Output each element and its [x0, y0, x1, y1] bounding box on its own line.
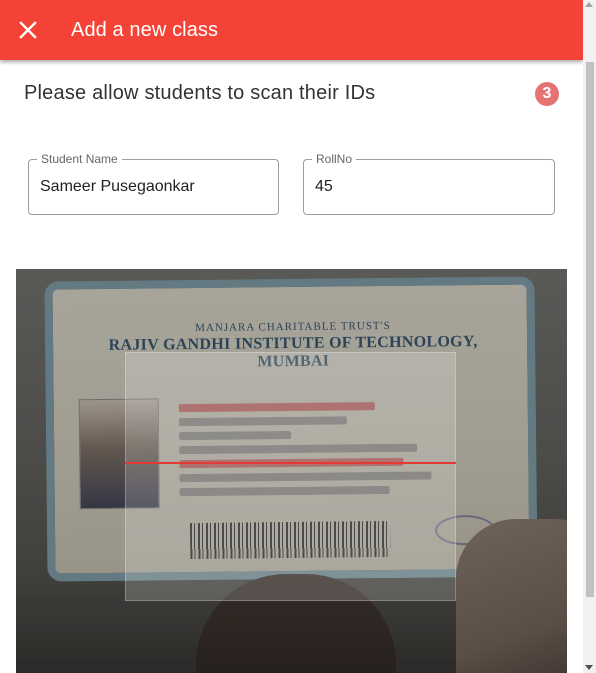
close-icon — [19, 21, 37, 39]
vertical-scrollbar[interactable] — [583, 0, 596, 673]
instructions-text: Please allow students to scan their IDs — [24, 82, 376, 104]
scan-region — [125, 352, 456, 601]
scroll-thumb[interactable] — [586, 62, 594, 597]
roll-no-field[interactable]: RollNo — [303, 152, 555, 215]
step-badge: 3 — [535, 82, 559, 106]
scan-line — [125, 462, 456, 464]
scroll-up-icon[interactable] — [585, 2, 593, 7]
student-name-field[interactable]: Student Name — [28, 152, 279, 215]
camera-preview: MANJARA CHARITABLE TRUST'S RAJIV GANDHI … — [16, 269, 567, 673]
scroll-down-icon[interactable] — [585, 665, 593, 670]
roll-no-input[interactable] — [315, 160, 543, 214]
close-button[interactable] — [0, 2, 56, 58]
app-bar: Add a new class — [0, 0, 583, 60]
student-name-input[interactable] — [40, 160, 267, 214]
page-title: Add a new class — [71, 18, 219, 41]
